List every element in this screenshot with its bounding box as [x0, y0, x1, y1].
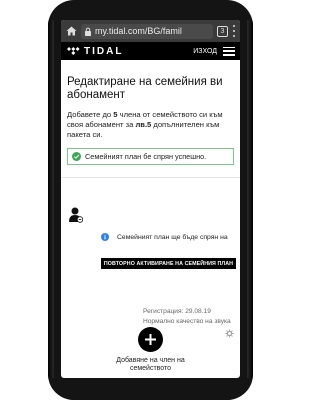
home-icon[interactable] — [65, 25, 77, 37]
hamburger-menu-icon[interactable] — [223, 46, 235, 56]
page-title: Редактиране на семейния ви абонамент — [67, 76, 223, 101]
lock-icon — [85, 27, 91, 36]
plan-stopped-info: Семейният план ще бъде спрян на — [101, 233, 228, 241]
sound-quality: Нормално качество на звука — [143, 318, 231, 325]
brand-name[interactable]: TIDAL — [84, 46, 123, 57]
intro-price: лв.5 — [135, 120, 152, 129]
main-content: Редактиране на семейния ви абонамент Доб… — [61, 76, 240, 165]
info-icon — [101, 233, 109, 241]
add-member-label-line2: семейството — [129, 365, 172, 372]
user-avatar-icon — [69, 207, 83, 223]
phone-screen: my.tidal.com/BG/famil 3 TIDAL ИЗХОД Реда… — [61, 20, 240, 378]
success-alert-text: Семейният план бе спрян успешно. — [85, 152, 207, 161]
add-member-label-line1: Добавяне на член на — [116, 357, 185, 364]
site-header: TIDAL ИЗХОД — [61, 42, 240, 60]
url-text: my.tidal.com/BG/famil — [95, 26, 182, 36]
tidal-logo-icon[interactable] — [67, 47, 80, 55]
member-card: Семейният план ще бъде спрян на ПОВТОРНО… — [61, 177, 240, 338]
url-field[interactable]: my.tidal.com/BG/famil — [81, 23, 213, 39]
intro-text: Добавете до 5 члена от семейството си къ… — [67, 110, 234, 140]
plan-stopped-text: Семейният план ще бъде спрян на — [117, 233, 228, 241]
phone-bottom-bezel — [48, 378, 253, 400]
browser-address-bar: my.tidal.com/BG/famil 3 — [61, 20, 240, 42]
success-alert: Семейният план бе спрян успешно. — [67, 148, 234, 165]
tab-count-button[interactable]: 3 — [217, 25, 228, 37]
intro-part-1: Добавете до — [67, 110, 114, 119]
add-member-label[interactable]: Добавяне на член на семейството — [116, 357, 185, 373]
phone-edge-right — [247, 20, 253, 380]
browser-menu-icon[interactable] — [231, 25, 236, 37]
registration-date: Регистрация: 29.08.19 — [143, 308, 211, 315]
plus-icon — [145, 334, 156, 345]
phone-frame: my.tidal.com/BG/famil 3 TIDAL ИЗХОД Реда… — [48, 0, 253, 400]
phone-edge-left — [48, 20, 54, 380]
add-member-section: Добавяне на член на семейството — [61, 327, 240, 373]
check-circle-icon — [72, 152, 81, 161]
reactivate-family-plan-button[interactable]: ПОВТОРНО АКТИВИРАНЕ НА СЕМЕЙНИЯ ПЛАН — [101, 258, 236, 269]
logout-link[interactable]: ИЗХОД — [193, 48, 217, 55]
add-member-button[interactable] — [138, 327, 163, 352]
